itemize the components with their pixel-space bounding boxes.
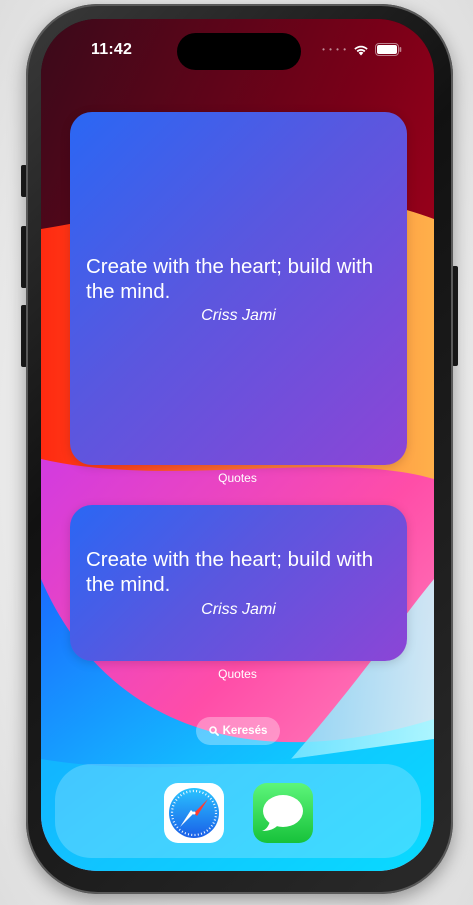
quote-text: Create with the heart; build with the mi…: [86, 255, 374, 303]
status-bar: 11:42 • • • •: [41, 19, 434, 73]
signal-dots-icon: • • • •: [322, 45, 347, 54]
safari-app-icon[interactable]: [164, 783, 224, 843]
quote-text: Create with the heart; build with the mi…: [86, 548, 374, 596]
search-label: Keresés: [222, 725, 268, 737]
quote-author: Criss Jami: [201, 601, 276, 618]
search-icon: [208, 726, 219, 736]
battery-icon: [375, 43, 402, 56]
widget-label: Quotes: [218, 471, 257, 485]
dock: [55, 764, 421, 858]
search-button[interactable]: Keresés: [196, 717, 280, 745]
compass-icon: [169, 788, 219, 838]
widget-label: Quotes: [218, 667, 257, 681]
quote-author: Criss Jami: [201, 307, 276, 324]
quote-widget-large[interactable]: Create with the heart; build with the mi…: [70, 112, 407, 465]
dynamic-island: [177, 33, 301, 70]
quote-widget-medium[interactable]: Create with the heart; build with the mi…: [70, 505, 407, 661]
chat-bubble-icon: [262, 795, 303, 831]
status-icons: • • • •: [322, 43, 402, 56]
device-frame: 11:42 • • • • Create with the heart; bui…: [0, 0, 473, 905]
wifi-icon: [354, 45, 368, 55]
status-time: 11:42: [91, 41, 133, 58]
home-screen: 11:42 • • • • Create with the heart; bui…: [41, 19, 434, 871]
messages-app-icon[interactable]: [253, 783, 313, 843]
